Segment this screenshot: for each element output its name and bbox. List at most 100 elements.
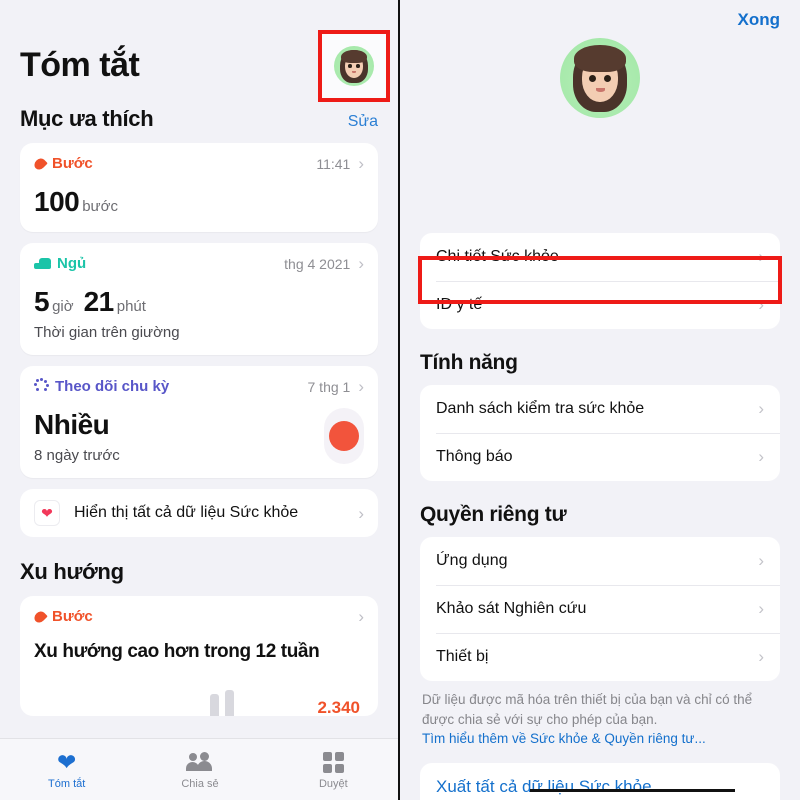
card-steps-category: Bước — [34, 155, 93, 172]
card-steps-meta: 11:41 › — [316, 155, 364, 172]
chevron-right-icon: › — [758, 447, 764, 466]
trend-bar-value: 2.340 — [317, 698, 360, 716]
privacy-group: Ứng dụng › Khảo sát Nghiên cứu › Thiết b… — [420, 537, 780, 681]
chevron-right-icon[interactable]: › — [358, 378, 364, 395]
tab-browse[interactable]: Duyệt — [267, 749, 398, 790]
chevron-right-icon[interactable]: › — [358, 155, 364, 172]
privacy-learn-more-link[interactable]: Tìm hiểu thêm về Sức khỏe & Quyền riêng … — [420, 729, 780, 749]
card-cycle-category-label: Theo dõi chu kỳ — [55, 378, 170, 395]
list-item-notifications-label: Thông báo — [436, 448, 513, 465]
list-item-devices-label: Thiết bị — [436, 648, 489, 665]
chevron-right-icon: › — [758, 247, 764, 266]
edit-favorites-link[interactable]: Sửa — [348, 113, 378, 131]
chevron-right-icon[interactable]: › — [358, 255, 364, 272]
card-trends-steps[interactable]: Bước › Xu hướng cao hơn trong 12 tuần 2.… — [20, 596, 378, 716]
user-memoji-avatar[interactable] — [334, 46, 374, 86]
export-health-data-label: Xuất tất cả dữ liệu Sức khỏe — [436, 776, 652, 796]
list-item-health-details[interactable]: Chi tiết Sức khỏe › — [420, 233, 780, 281]
show-all-health-data-label: Hiển thị tất cả dữ liệu Sức khỏe — [74, 504, 299, 521]
avatar-eye-left — [588, 74, 596, 82]
chevron-right-icon: › — [758, 399, 764, 418]
card-cycle-body: Nhiều 8 ngày trước — [34, 395, 364, 464]
card-steps-value: 100 — [34, 186, 80, 217]
card-sleep-hours: 5 — [34, 286, 50, 317]
chevron-right-icon: › — [758, 295, 764, 314]
card-trends-category: Bước — [34, 608, 93, 625]
card-trends-category-label: Bước — [52, 608, 93, 625]
flame-icon — [34, 157, 46, 171]
list-item-apps[interactable]: Ứng dụng › — [420, 537, 780, 585]
card-sleep-hours-unit: giờ — [52, 298, 74, 315]
list-item-notifications[interactable]: Thông báo › — [420, 433, 780, 481]
show-all-health-data-row[interactable]: ❤ Hiển thị tất cả dữ liệu Sức khỏe › — [20, 489, 378, 537]
trends-heading: Xu hướng — [20, 559, 124, 584]
tab-browse-label: Duyệt — [318, 778, 348, 790]
list-item-medical-id-label: ID y tế — [436, 296, 483, 313]
card-sleep-minutes: 21 — [83, 286, 115, 317]
avatar-fringe — [341, 49, 367, 64]
list-item-research-studies[interactable]: Khảo sát Nghiên cứu › — [420, 585, 780, 633]
list-item-apps-label: Ứng dụng — [436, 552, 508, 569]
card-sleep-category-label: Ngủ — [57, 255, 87, 272]
list-item-health-details-label: Chi tiết Sức khỏe — [436, 248, 559, 265]
list-item-devices[interactable]: Thiết bị › — [420, 633, 780, 681]
chevron-right-icon: › — [758, 647, 764, 666]
people-icon — [133, 749, 266, 775]
favorites-heading: Mục ưa thích — [20, 106, 154, 131]
avatar-eye-left — [348, 64, 352, 68]
card-cycle-meta: 7 thg 1 › — [308, 378, 365, 395]
privacy-note: Dữ liệu được mã hóa trên thiết bị của bạ… — [422, 692, 753, 727]
chevron-right-icon[interactable]: › — [358, 608, 364, 625]
cycle-icon — [34, 378, 49, 394]
card-cycle[interactable]: Theo dõi chu kỳ 7 thg 1 › Nhiều 8 ngày t… — [20, 366, 378, 478]
card-trends-title: Xu hướng cao hơn trong 12 tuần — [34, 641, 320, 662]
tab-summary[interactable]: ❤ Tóm tắt — [0, 749, 133, 790]
health-profile-screen: Xong Chi tiết Sức khỏe › ID y tế › Tính … — [400, 0, 800, 800]
card-cycle-header: Theo dõi chu kỳ 7 thg 1 › — [34, 378, 364, 395]
highlight-box-avatar — [318, 30, 390, 102]
avatar-fringe — [574, 45, 626, 73]
chevron-right-icon[interactable]: › — [358, 505, 364, 522]
features-heading: Tính năng — [420, 351, 518, 374]
privacy-heading: Quyền riêng tư — [420, 503, 567, 526]
avatar-eye-right — [356, 64, 360, 68]
profile-avatar-large-wrap[interactable] — [420, 38, 780, 118]
list-item-research-studies-label: Khảo sát Nghiên cứu — [436, 600, 587, 617]
features-group: Danh sách kiểm tra sức khỏe › Thông báo … — [420, 385, 780, 481]
export-health-data-button[interactable]: Xuất tất cả dữ liệu Sức khỏe — [420, 762, 780, 800]
card-cycle-metric: Nhiều — [34, 409, 120, 441]
dual-screenshot-container: Tóm tắt Mục ưa thích Sửa Bước 11:41 › 10… — [0, 0, 800, 800]
done-row: Xong — [420, 0, 781, 30]
heart-icon: ❤ — [34, 500, 60, 526]
cycle-flow-dot — [329, 421, 359, 451]
user-memoji-avatar[interactable] — [560, 38, 640, 118]
card-steps-metric: 100 bước — [34, 186, 364, 218]
bottom-tab-bar: ❤ Tóm tắt Chia sẻ Duyệt — [0, 738, 398, 800]
list-item-medical-id[interactable]: ID y tế › — [420, 281, 780, 329]
card-sleep-header: Ngủ thg 4 2021 › — [34, 255, 364, 272]
card-steps-unit: bước — [82, 198, 118, 215]
card-sleep-category: Ngủ — [34, 255, 86, 272]
card-sleep-minutes-unit: phút — [116, 298, 146, 315]
tab-sharing[interactable]: Chia sẻ — [133, 749, 266, 790]
card-cycle-sublabel: 8 ngày trước — [34, 447, 120, 464]
card-steps-category-label: Bước — [52, 155, 93, 172]
card-steps[interactable]: Bước 11:41 › 100 bước — [20, 143, 378, 232]
card-sleep-date: thg 4 2021 — [284, 255, 351, 272]
card-sleep-sublabel: Thời gian trên giường — [34, 324, 180, 341]
list-item-health-checklist-label: Danh sách kiểm tra sức khỏe — [436, 400, 645, 417]
list-item-health-checklist[interactable]: Danh sách kiểm tra sức khỏe › — [420, 385, 780, 433]
page-title: Tóm tắt — [20, 46, 140, 84]
favorites-section-header: Mục ưa thích Sửa — [20, 106, 378, 132]
tab-sharing-label: Chia sẻ — [181, 778, 219, 790]
card-sleep[interactable]: Ngủ thg 4 2021 › 5 giờ 21 phút Thời gian… — [20, 243, 378, 355]
card-cycle-date: 7 thg 1 — [307, 378, 351, 395]
card-cycle-category: Theo dõi chu kỳ — [34, 378, 169, 395]
card-sleep-meta: thg 4 2021 › — [284, 255, 364, 272]
profile-top-group: Chi tiết Sức khỏe › ID y tế › — [420, 233, 780, 329]
heart-icon: ❤ — [57, 748, 77, 775]
done-button[interactable]: Xong — [738, 10, 781, 30]
card-trends-header: Bước › — [34, 608, 364, 625]
health-summary-screen: Tóm tắt Mục ưa thích Sửa Bước 11:41 › 10… — [0, 0, 400, 800]
